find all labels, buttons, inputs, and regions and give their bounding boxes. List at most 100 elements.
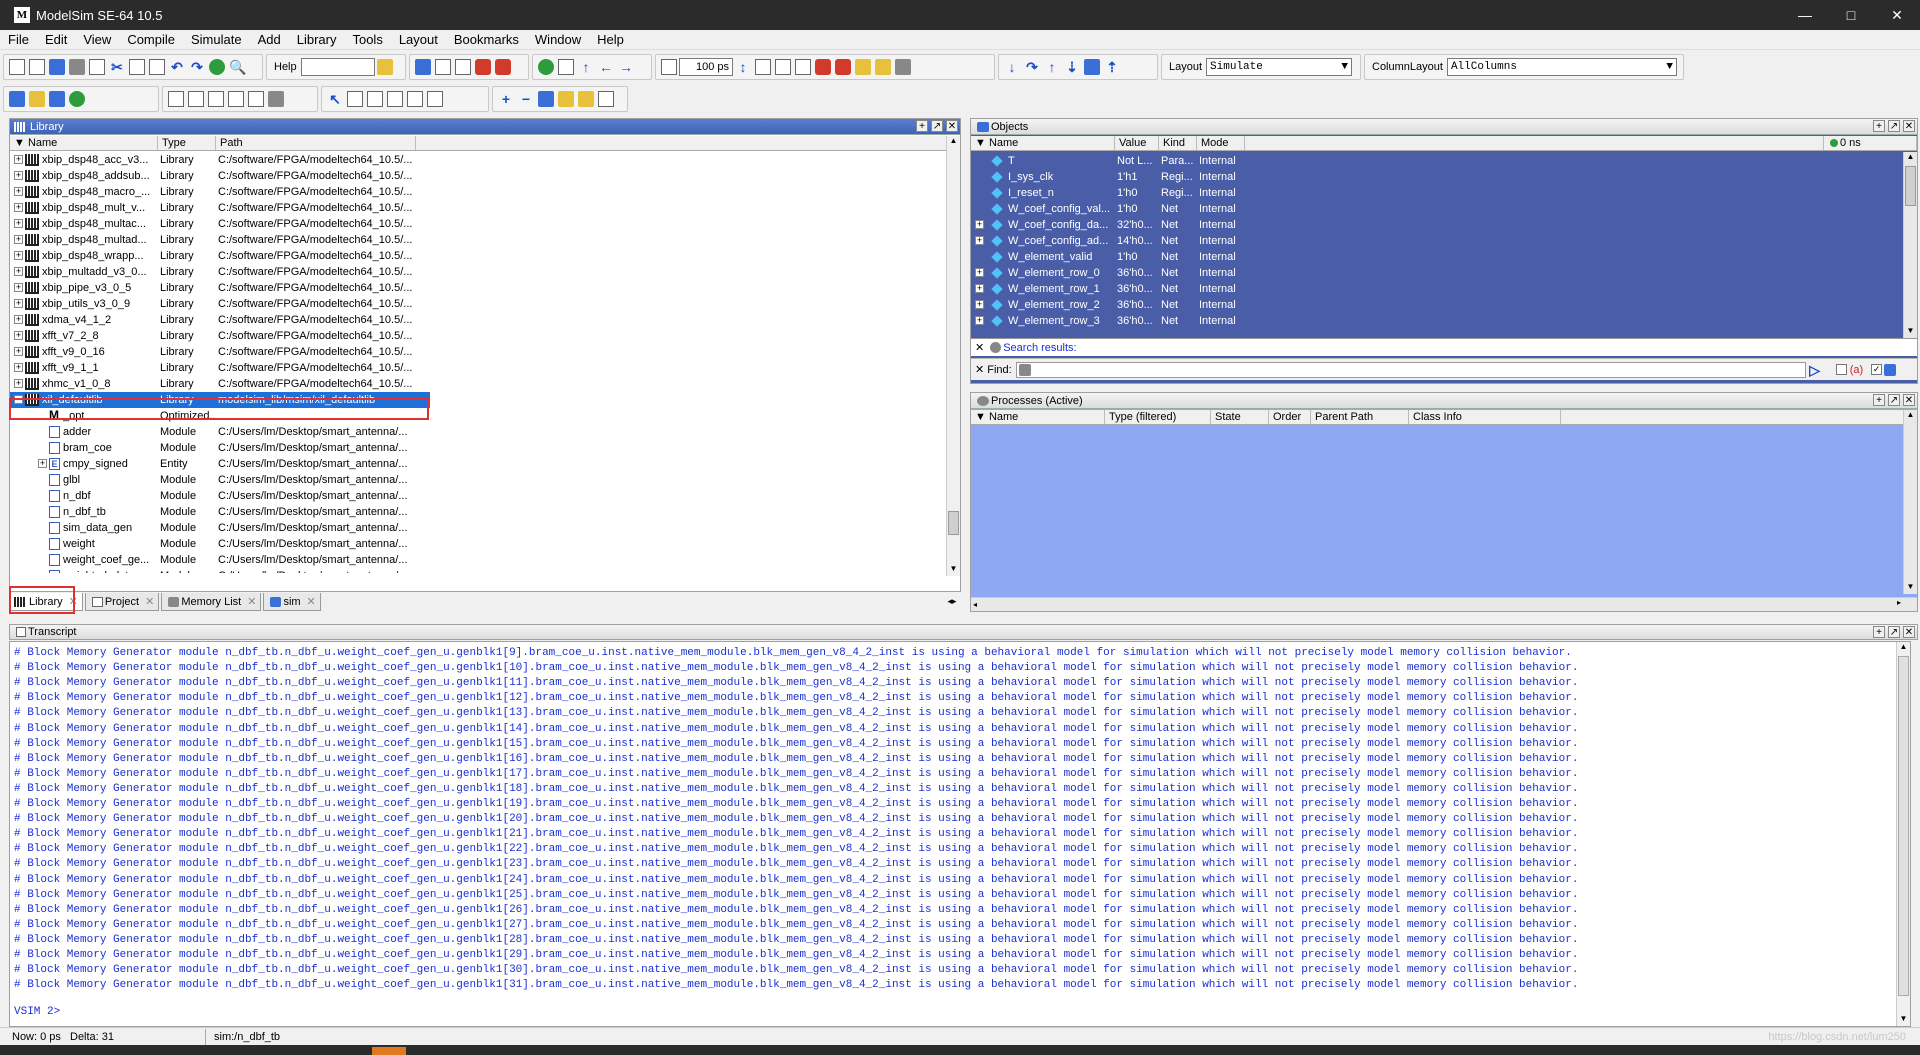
object-row[interactable]: + W_coef_config_ad... 14'h0... Net Internal — [971, 233, 1257, 249]
menu-file[interactable]: File — [0, 32, 37, 47]
col-obj-kind[interactable]: Kind — [1159, 136, 1197, 150]
col-proc-state[interactable]: State — [1211, 410, 1269, 424]
scroll-up-icon[interactable]: ▲ — [1904, 152, 1917, 164]
compile-all-icon[interactable] — [415, 59, 431, 75]
break-run-icon[interactable] — [815, 59, 831, 75]
up-arrow-icon[interactable]: ↑ — [578, 59, 594, 75]
zoom-full-icon[interactable] — [538, 91, 554, 107]
expand-icon[interactable]: + — [14, 379, 23, 388]
filter-clear-icon[interactable] — [268, 91, 284, 107]
stop-icon[interactable] — [495, 59, 511, 75]
save-icon[interactable] — [49, 59, 65, 75]
back-arrow-icon[interactable]: ← — [598, 59, 614, 75]
library-row[interactable]: + xbip_multadd_v3_0... Library C:/software/… — [10, 264, 430, 280]
zoom-cursor-icon[interactable] — [558, 91, 574, 107]
col-proc-parent[interactable]: Parent Path — [1311, 410, 1409, 424]
restart-icon[interactable] — [661, 59, 677, 75]
columnlayout-select[interactable]: AllColumns ▼ — [1446, 58, 1677, 76]
col-name[interactable]: ▼ Name — [10, 136, 158, 150]
expand-icon[interactable]: + — [38, 459, 47, 468]
library-row[interactable]: weighted_data_... ModuleC:/Users/lm/Deskt… — [10, 568, 430, 573]
menu-layout[interactable]: Layout — [391, 32, 446, 47]
col-obj-name[interactable]: ▼ Name — [971, 136, 1115, 150]
processes-vertical-scrollbar[interactable]: ▲ ▼ — [1903, 410, 1917, 594]
expand-icon[interactable]: + — [975, 300, 984, 309]
menu-bookmarks[interactable]: Bookmarks — [446, 32, 527, 47]
pane-undock-icon[interactable]: ↗ — [1888, 120, 1900, 132]
library-row[interactable]: + xhmc_v1_0_8 Library C:/software/FPGA/mode… — [10, 376, 430, 392]
expand-icon[interactable]: + — [14, 219, 23, 228]
library-row[interactable]: bram_coe Module C:/Users/lm/Desktop/smart_… — [10, 440, 430, 456]
menu-edit[interactable]: Edit — [37, 32, 75, 47]
cut-icon[interactable]: ✂ — [109, 59, 125, 75]
object-row[interactable]: W_coef_config_val... 1'h0 Net Internal — [971, 201, 1257, 217]
expand-icon[interactable]: + — [14, 267, 23, 276]
scroll-down-icon[interactable]: ▼ — [1904, 582, 1917, 594]
pane-close-icon[interactable]: ✕ — [946, 120, 958, 132]
step-up-icon[interactable]: ⇡ — [1104, 59, 1120, 75]
scroll-down-icon[interactable]: ▼ — [1904, 326, 1917, 338]
undo-icon[interactable]: ↶ — [169, 59, 185, 75]
find-options-icon[interactable] — [1018, 363, 1031, 376]
library-row[interactable]: glbl Module C:/Users/lm/Desktop/smart_ante… — [10, 472, 430, 488]
library-row[interactable]: + xbip_dsp48_acc_v3... Library C:/software/… — [10, 152, 430, 168]
menu-tools[interactable]: Tools — [344, 32, 390, 47]
run-length-spinner-icon[interactable]: ↕ — [735, 59, 751, 75]
menu-compile[interactable]: Compile — [119, 32, 183, 47]
tab-project[interactable]: Project ✕ — [84, 593, 160, 611]
library-row[interactable]: + Ecmpy_signed Entity C:/Users/lm/Desktop/s… — [10, 456, 430, 472]
col-proc-class[interactable]: Class Info — [1409, 410, 1561, 424]
select-mode-icon[interactable]: ↖ — [327, 91, 343, 107]
col-proc-type[interactable]: Type (filtered) — [1105, 410, 1211, 424]
expand-icon[interactable]: + — [975, 220, 984, 229]
library-row[interactable]: n_dbf_tb Module C:/Users/lm/Desktop/smart_… — [10, 504, 430, 520]
object-row[interactable]: I_reset_n 1'h0 Regi... Internal — [971, 185, 1257, 201]
object-row[interactable]: I_sys_clk 1'h1 Regi... Internal — [971, 169, 1257, 185]
filter-inout-icon[interactable] — [208, 91, 224, 107]
library-row[interactable]: + xbip_dsp48_wrapp... Library C:/software/F… — [10, 248, 430, 264]
expand-icon[interactable]: + — [14, 235, 23, 244]
compile-icon[interactable] — [209, 59, 225, 75]
filter-internal-icon[interactable] — [228, 91, 244, 107]
run-icon[interactable] — [755, 59, 771, 75]
expand-icon[interactable]: + — [14, 299, 23, 308]
object-row[interactable]: + W_element_row_2 36'h0... Net Internal — [971, 297, 1257, 313]
regex-icon[interactable]: (a) — [1850, 364, 1863, 376]
col-type[interactable]: Type — [158, 136, 216, 150]
forward-arrow-icon[interactable]: → — [618, 59, 634, 75]
library-row[interactable]: n_dbf Module C:/Users/lm/Desktop/smart_ant… — [10, 488, 430, 504]
objects-scroll-thumb[interactable] — [1905, 166, 1916, 206]
library-row[interactable]: + xdma_v4_1_2 Library C:/software/FPGA/mode… — [10, 312, 430, 328]
transcript-console[interactable]: # Block Memory Generator module n_dbf_tb… — [9, 641, 1911, 1027]
add-dataflow-icon[interactable] — [69, 91, 85, 107]
find-input[interactable] — [1015, 361, 1806, 378]
run-all-icon[interactable] — [795, 59, 811, 75]
object-row[interactable]: + W_element_row_0 36'h0... Net Internal — [971, 265, 1257, 281]
wrap-checkbox[interactable]: ✓ — [1871, 364, 1883, 375]
col-path[interactable]: Path — [216, 136, 416, 150]
tab-close-icon[interactable]: ✕ — [247, 595, 256, 608]
object-row[interactable]: + W_coef_config_da... 32'h0... Net Internal — [971, 217, 1257, 233]
paste-icon[interactable] — [149, 59, 165, 75]
pane-undock-icon[interactable]: ↗ — [1888, 626, 1900, 638]
scroll-right-icon[interactable]: ▸ — [1897, 598, 1901, 607]
print-icon[interactable] — [89, 59, 105, 75]
tab-close-icon[interactable]: ✕ — [145, 595, 154, 608]
expand-icon[interactable]: + — [975, 268, 984, 277]
library-row[interactable]: sim_data_gen Module C:/Users/lm/Desktop/sm… — [10, 520, 430, 536]
reverse-icon[interactable] — [1084, 59, 1100, 75]
expand-icon[interactable]: + — [14, 203, 23, 212]
tab-scroll-icon[interactable]: ◂▸ — [944, 594, 960, 608]
library-row[interactable]: + xbip_pipe_v3_0_5 Library C:/software/FPGA… — [10, 280, 430, 296]
object-row[interactable]: + W_element_row_3 36'h0... Net Internal — [971, 313, 1257, 329]
step-into-icon[interactable]: ↓ — [1004, 59, 1020, 75]
vsim-prompt[interactable]: VSIM 2> — [14, 1005, 60, 1016]
performance-icon[interactable] — [855, 59, 871, 75]
find-next-icon[interactable]: ▷ — [1808, 362, 1822, 378]
close-icon[interactable]: ✕ — [975, 341, 984, 354]
close-window-button[interactable]: ✕ — [1874, 0, 1920, 30]
library-row[interactable]: adder Module C:/Users/lm/Desktop/smart_ant… — [10, 424, 430, 440]
zoom-in-icon[interactable]: + — [498, 91, 514, 107]
zoom-out-icon[interactable]: − — [518, 91, 534, 107]
object-row[interactable]: T Not L... Para... Internal — [971, 153, 1257, 169]
